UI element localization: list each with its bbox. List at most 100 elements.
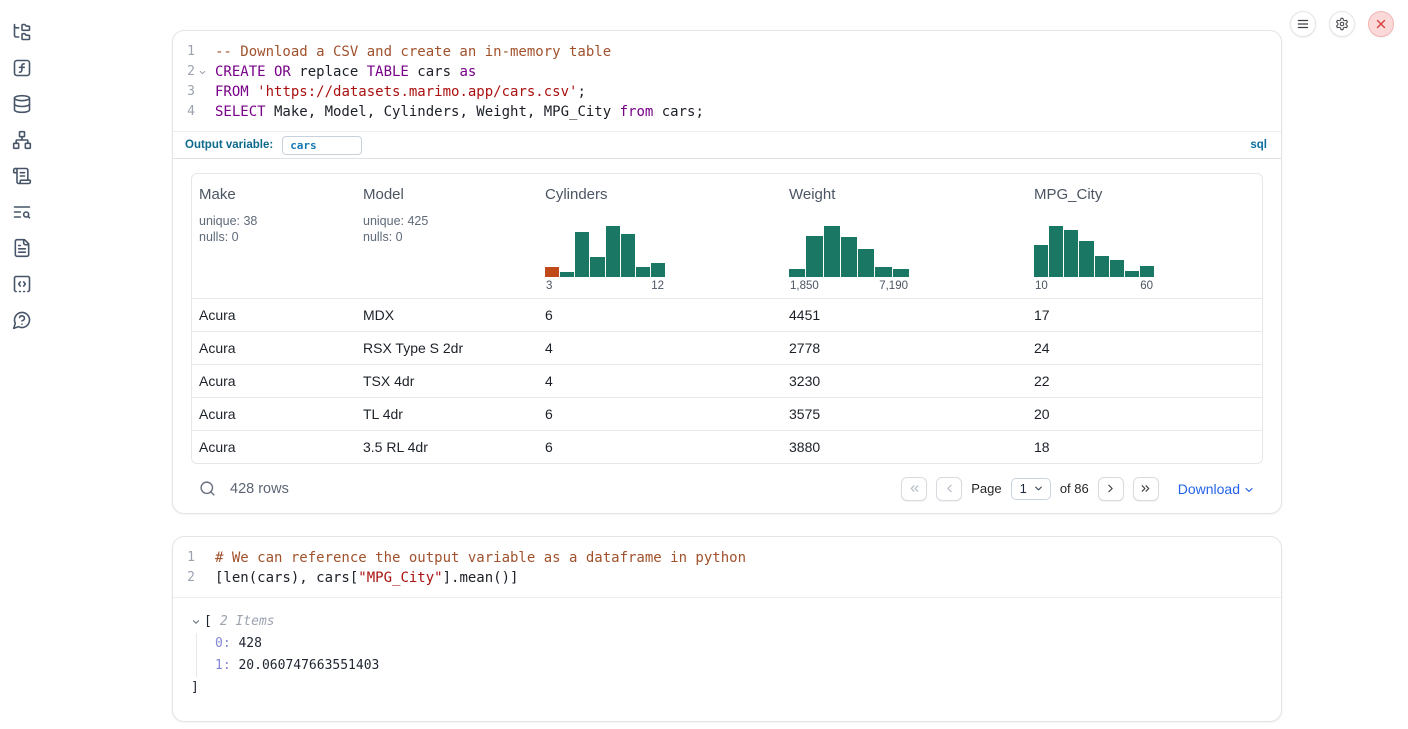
code-line: 2CREATE OR replace TABLE cars as [173,62,1281,82]
tree-open-bracket: [ [204,611,212,633]
table-cell: 3575 [782,406,1027,422]
histogram-max-label: 12 [651,280,664,292]
sidebar-item-scratchpad[interactable] [12,166,32,186]
table-cell: Acura [192,340,356,356]
table-row[interactable]: Acura3.5 RL 4dr6388018 [192,430,1262,463]
tree-entry-value: 428 [231,636,262,651]
histogram-bar [1095,256,1109,277]
column-sort-button[interactable]: Cylinders [545,186,608,203]
sidebar-item-logs[interactable] [12,202,32,222]
line-number: 4 [173,102,209,122]
column-sort-button[interactable]: MPG_City [1034,186,1102,203]
first-page-button[interactable] [901,477,927,501]
histogram-bar [1110,260,1124,277]
table-row[interactable]: AcuraMDX6445117 [192,298,1262,331]
sidebar-item-variables[interactable] [12,58,32,78]
menu-button[interactable] [1290,11,1316,37]
column-sort-button[interactable]: Weight [789,186,835,203]
histogram-bar [1064,230,1078,277]
line-number: 3 [173,82,209,102]
histogram-bar [575,232,589,277]
histogram-bar [560,272,574,277]
chevron-down-icon [1033,483,1044,494]
column-sort-button[interactable]: Make [199,186,236,203]
histogram-bar [621,234,635,277]
page-select-value: 1 [1020,481,1027,496]
table-row[interactable]: AcuraTL 4dr6357520 [192,397,1262,430]
sidebar [0,0,44,330]
histogram-bar [1079,241,1093,277]
message-question-icon [12,310,32,330]
histogram-bar [636,267,650,277]
table-cell: 6 [538,406,782,422]
scroll-text-icon [12,166,32,186]
histogram-bar [651,263,665,277]
python-code-editor[interactable]: 1# We can reference the output variable … [173,537,1281,597]
histogram-bar [606,226,620,277]
table-cell: Acura [192,439,356,455]
histogram-bar [789,269,805,277]
column-header-cylinders: Cylinders312 [538,174,782,298]
table-cell: Acura [192,307,356,323]
table-row[interactable]: AcuraTSX 4dr4323022 [192,364,1262,397]
result-tree: [2 Items0: 4281: 20.060747663551403] [173,598,1281,721]
histogram-bar [590,257,604,277]
column-sort-button[interactable]: Model [363,186,404,203]
table-cell: RSX Type S 2dr [356,340,538,356]
output-variable-input[interactable] [282,136,362,155]
table-cell: Acura [192,406,356,422]
last-page-button[interactable] [1133,477,1159,501]
download-button[interactable]: Download [1178,481,1255,497]
column-header-mpg_city: MPG_City1060 [1027,174,1262,298]
table-cell: 4451 [782,307,1027,323]
chevrons-left-icon [908,482,921,495]
notebook: 1-- Download a CSV and create an in-memo… [172,30,1282,722]
sql-code-editor[interactable]: 1-- Download a CSV and create an in-memo… [173,31,1281,131]
sidebar-item-documentation[interactable] [12,238,32,258]
close-icon [1374,17,1388,31]
folder-tree-icon [12,22,32,42]
code-square-icon [12,274,32,294]
table-cell: MDX [356,307,538,323]
code-line: 1# We can reference the output variable … [173,548,1281,568]
search-button[interactable] [199,480,217,498]
fold-toggle[interactable] [195,68,209,77]
pagination: Page 1 of 86 Download [901,477,1255,501]
histogram-max-label: 7,190 [879,280,908,292]
table-body: AcuraMDX6445117AcuraRSX Type S 2dr427782… [192,298,1262,463]
next-page-button[interactable] [1098,477,1124,501]
fold-chevron-icon [198,68,207,77]
sidebar-item-snippets[interactable] [12,274,32,294]
search-icon [199,480,216,497]
download-label: Download [1178,481,1240,497]
tree-entry-index: 1: [215,658,231,673]
network-icon [12,130,32,150]
database-icon [12,94,32,114]
tree-close-bracket: ] [191,677,1281,699]
sidebar-item-data-sources[interactable] [12,94,32,114]
sidebar-item-dependency-graph[interactable] [12,130,32,150]
tree-entry: 0: 428 [215,633,1281,655]
prev-page-button[interactable] [936,477,962,501]
table-row[interactable]: AcuraRSX Type S 2dr4277824 [192,331,1262,364]
shutdown-button[interactable] [1368,11,1394,37]
table-cell: 20 [1027,406,1262,422]
code-line: 3FROM 'https://datasets.marimo.app/cars.… [173,82,1281,102]
tree-entry-value: 20.060747663551403 [231,658,380,673]
page-select[interactable]: 1 [1011,478,1051,500]
chevrons-right-icon [1139,482,1152,495]
settings-button[interactable] [1329,11,1355,37]
histogram-bar [841,237,857,277]
sidebar-item-file-explorer[interactable] [12,22,32,42]
sidebar-item-help[interactable] [12,310,32,330]
table-footer: 428 rows Page 1 of 86 Download [173,464,1281,513]
line-number: 1 [173,42,209,62]
table-header-row: Makeunique: 38nulls: 0Modelunique: 425nu… [192,174,1262,298]
python-cell: 1# We can reference the output variable … [172,536,1282,722]
topbar-actions [1290,11,1394,37]
histogram-bar [893,269,909,277]
tree-collapse-toggle[interactable] [191,617,204,627]
chevron-left-icon [943,482,956,495]
code-line: 2[len(cars), cars["MPG_City"].mean()] [173,568,1281,588]
line-number: 2 [173,62,209,82]
